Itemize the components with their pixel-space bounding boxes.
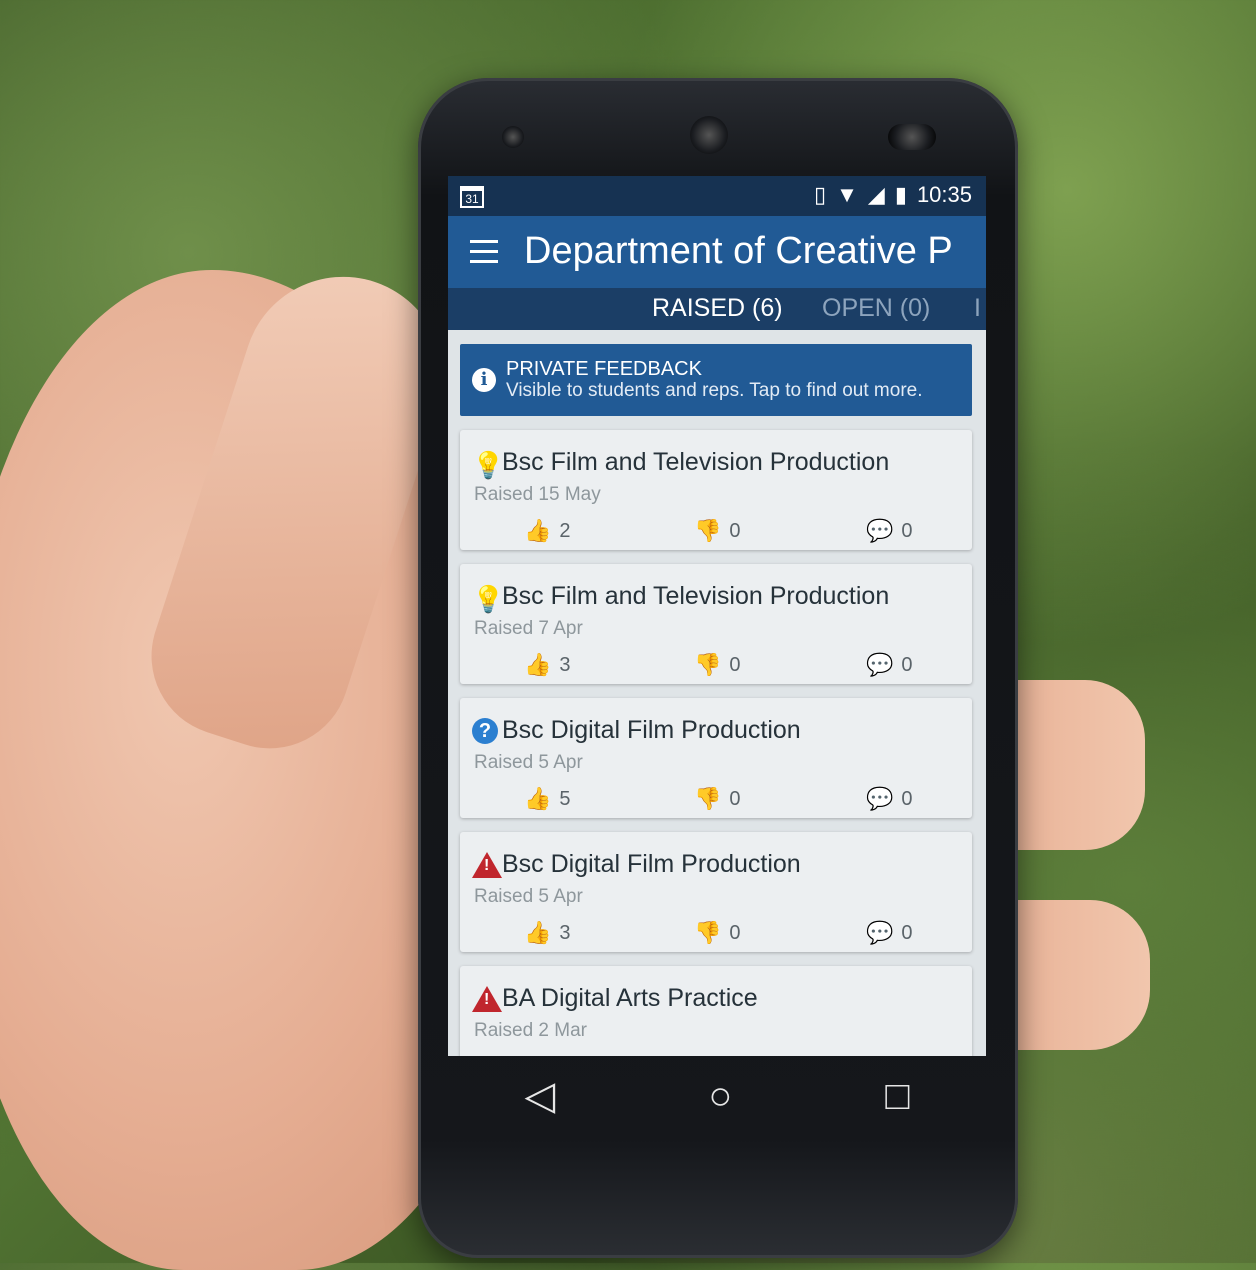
dislikes-stat[interactable]: 👎 0	[694, 786, 741, 812]
feedback-card[interactable]: ! BA Digital Arts Practice Raised 2 Mar	[460, 966, 972, 1056]
vibrate-icon: ▯	[814, 182, 827, 207]
card-date: Raised 5 Apr	[474, 886, 583, 907]
dislikes-count: 0	[729, 653, 741, 676]
card-title: Bsc Digital Film Production	[502, 716, 801, 744]
earpiece	[888, 124, 936, 150]
likes-stat[interactable]: 👍 3	[524, 652, 571, 678]
tab-raised[interactable]: RAISED (6)	[652, 294, 783, 323]
likes-stat[interactable]: 👍 2	[524, 518, 571, 544]
lightbulb-icon: 💡	[472, 450, 505, 480]
feedback-card[interactable]: ? Bsc Digital Film Production Raised 5 A…	[460, 698, 972, 818]
comments-stat[interactable]: 💬 0	[866, 920, 913, 946]
likes-count: 5	[559, 787, 571, 810]
card-title: Bsc Digital Film Production	[502, 850, 801, 878]
card-date: Raised 7 Apr	[474, 618, 583, 639]
card-title: Bsc Film and Television Production	[502, 582, 890, 610]
card-date: Raised 2 Mar	[474, 1020, 587, 1041]
comment-icon: 💬	[866, 920, 894, 945]
signal-icon: ◢	[867, 182, 885, 207]
recents-icon[interactable]: □	[885, 1074, 909, 1119]
comment-icon: 💬	[866, 786, 894, 811]
card-date: Raised 15 May	[474, 484, 601, 505]
likes-count: 2	[559, 519, 571, 542]
thumbs-down-icon: 👎	[694, 920, 722, 945]
feedback-card[interactable]: 💡 Bsc Film and Television Production Rai…	[460, 564, 972, 684]
screen: 31 ▯ ▼ ◢ ▮ 10:35 Department of Creative …	[448, 176, 986, 1056]
calendar-icon: 31	[460, 186, 484, 208]
status-bar: 31 ▯ ▼ ◢ ▮ 10:35	[448, 176, 986, 216]
comments-count: 0	[901, 653, 913, 676]
private-feedback-banner[interactable]: i PRIVATE FEEDBACK Visible to students a…	[460, 344, 972, 416]
thumbs-up-icon: 👍	[524, 652, 552, 677]
comments-stat[interactable]: 💬 0	[866, 786, 913, 812]
dislikes-stat[interactable]: 👎 0	[694, 652, 741, 678]
card-title: BA Digital Arts Practice	[502, 984, 758, 1012]
thumbs-up-icon: 👍	[524, 920, 552, 945]
front-camera	[690, 116, 728, 154]
likes-stat[interactable]: 👍 5	[524, 786, 571, 812]
thumbs-down-icon: 👎	[694, 518, 722, 543]
dislikes-count: 0	[729, 787, 741, 810]
thumbs-up-icon: 👍	[524, 786, 552, 811]
app-bar: Department of Creative P	[448, 216, 986, 288]
dislikes-stat[interactable]: 👎 0	[694, 920, 741, 946]
clock: 10:35	[916, 182, 972, 207]
android-nav-bar: ◁ ○ □	[448, 1056, 986, 1136]
feedback-card[interactable]: 💡 Bsc Film and Television Production Rai…	[460, 430, 972, 550]
dislikes-count: 0	[729, 519, 741, 542]
banner-subtitle: Visible to students and reps. Tap to fin…	[506, 380, 923, 401]
card-title: Bsc Film and Television Production	[502, 448, 890, 476]
warning-icon: !	[472, 986, 502, 1014]
comments-count: 0	[901, 921, 913, 944]
warning-icon: !	[472, 852, 502, 880]
battery-icon: ▮	[894, 182, 907, 207]
front-sensor	[502, 126, 524, 148]
thumbs-down-icon: 👎	[694, 786, 722, 811]
question-icon: ?	[472, 718, 498, 746]
menu-icon[interactable]	[470, 240, 498, 270]
card-date: Raised 5 Apr	[474, 752, 583, 773]
likes-count: 3	[559, 921, 571, 944]
dislikes-count: 0	[729, 921, 741, 944]
banner-title: PRIVATE FEEDBACK	[506, 358, 702, 380]
likes-stat[interactable]: 👍 3	[524, 920, 571, 946]
back-icon[interactable]: ◁	[524, 1073, 555, 1119]
feedback-card[interactable]: ! Bsc Digital Film Production Raised 5 A…	[460, 832, 972, 952]
comment-icon: 💬	[866, 518, 894, 543]
thumbs-up-icon: 👍	[524, 518, 552, 543]
home-icon[interactable]: ○	[708, 1074, 732, 1119]
thumbs-down-icon: 👎	[694, 652, 722, 677]
status-icons: ▯ ▼ ◢ ▮ 10:35	[814, 182, 972, 208]
feedback-list: i PRIVATE FEEDBACK Visible to students a…	[448, 330, 986, 1056]
comments-count: 0	[901, 519, 913, 542]
comments-count: 0	[901, 787, 913, 810]
likes-count: 3	[559, 653, 571, 676]
comments-stat[interactable]: 💬 0	[866, 518, 913, 544]
lightbulb-icon: 💡	[472, 584, 505, 614]
tab-bar: RAISED (6) OPEN (0) I	[448, 288, 986, 330]
tab-next[interactable]: I	[974, 294, 981, 323]
tab-open[interactable]: OPEN (0)	[822, 294, 930, 323]
dislikes-stat[interactable]: 👎 0	[694, 518, 741, 544]
comment-icon: 💬	[866, 652, 894, 677]
page-title: Department of Creative P	[524, 230, 953, 272]
wifi-icon: ▼	[836, 182, 858, 207]
comments-stat[interactable]: 💬 0	[866, 652, 913, 678]
info-icon: i	[472, 368, 496, 392]
